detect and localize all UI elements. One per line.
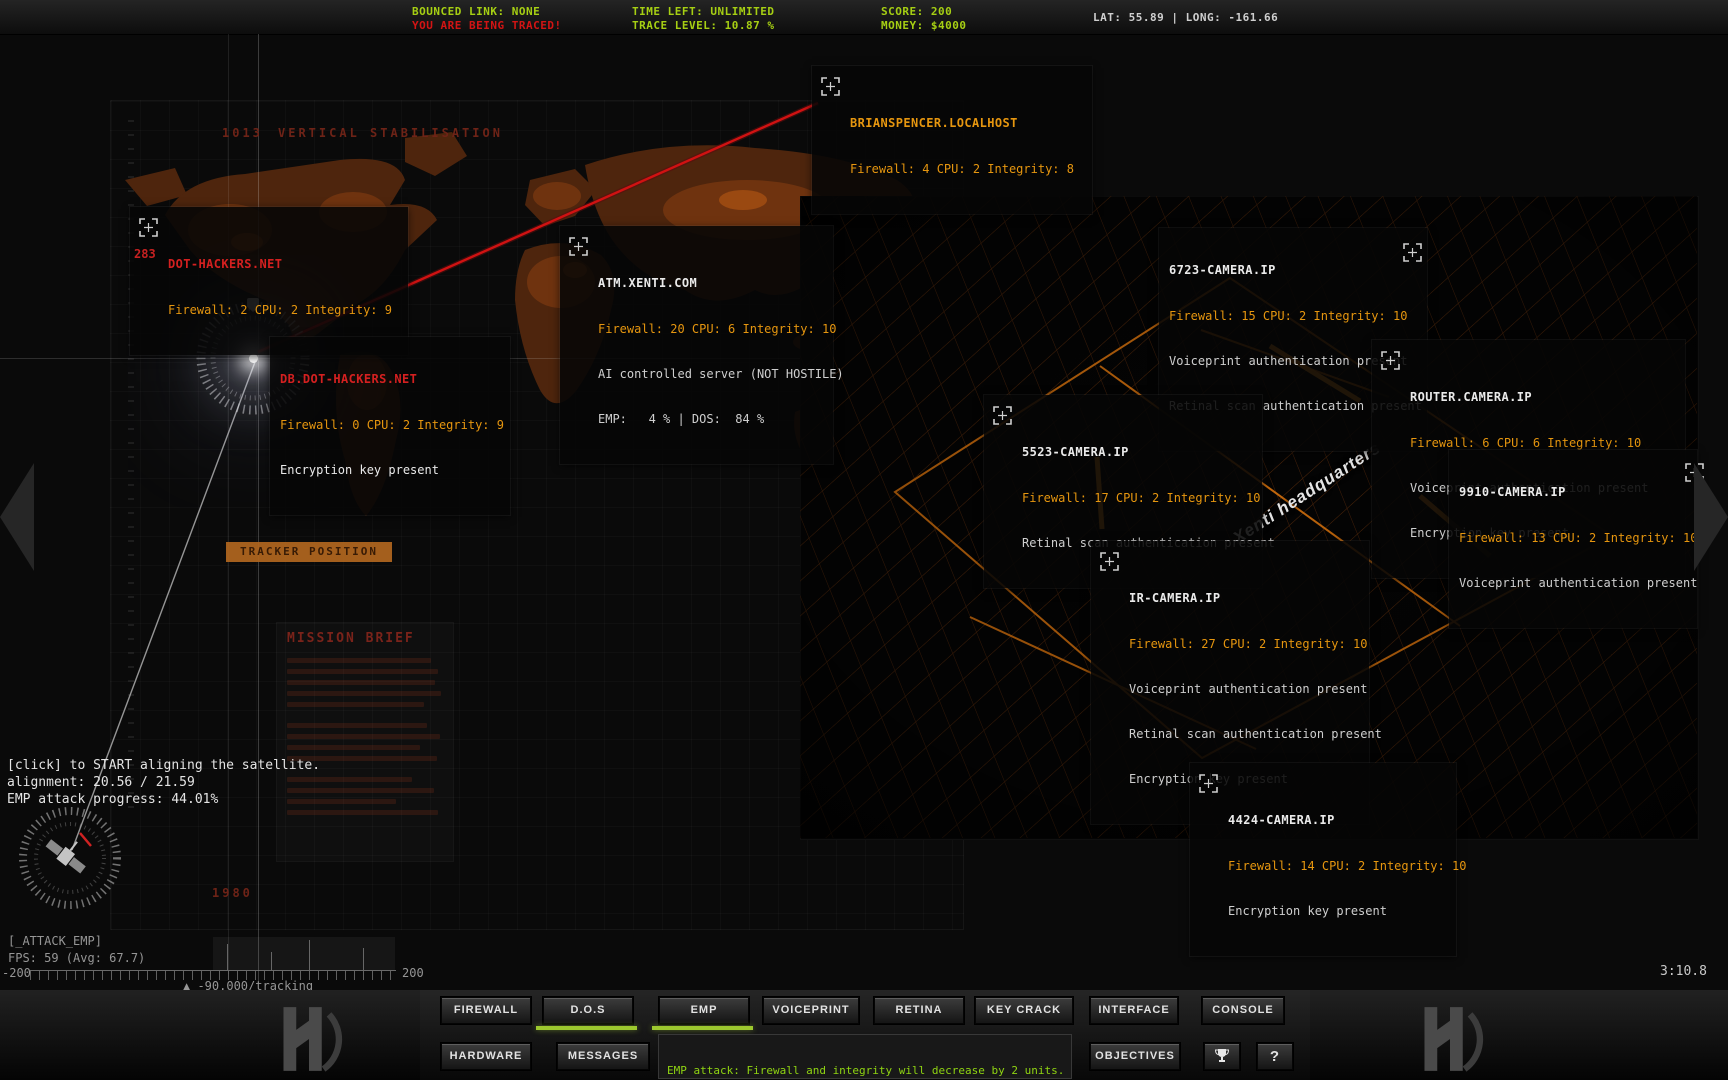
target-icon[interactable] [568,236,589,257]
node-stats: Firewall: 0 CPU: 2 Integrity: 9 [280,418,500,433]
node-trace-badge: 283 [134,247,156,261]
node-tooltip-db-dot-hackers[interactable]: DB.DOT-HACKERS.NET Firewall: 0 CPU: 2 In… [270,337,510,515]
target-icon[interactable] [1198,773,1219,794]
target-icon[interactable] [992,405,1013,426]
emp-active-indicator [652,1026,753,1030]
emp-progress: EMP attack progress: 44.01% [7,791,320,808]
attack-mode-label: [_ATTACK_EMP] [8,934,102,949]
node-stats: Firewall: 27 CPU: 2 Integrity: 10 [1129,637,1359,652]
messages-button[interactable]: MESSAGES [557,1043,649,1070]
firewall-button[interactable]: FIREWALL [441,997,531,1024]
ruler-min-label: -200 [2,966,31,981]
fps-label: FPS: 59 (Avg: 67.7) [8,951,145,966]
message-console[interactable]: EMP attack: Firewall and integrity will … [658,1034,1072,1079]
dos-button[interactable]: D.O.S [543,997,633,1024]
node-tooltip-9910-camera[interactable]: 9910-CAMERA.IP Firewall: 13 CPU: 2 Integ… [1449,450,1697,628]
ruler-max-label: 200 [402,966,424,981]
console-button[interactable]: CONSOLE [1202,997,1284,1024]
node-tooltip-dot-hackers[interactable]: DOT-HACKERS.NET Firewall: 2 CPU: 2 Integ… [130,207,408,355]
node-info: AI controlled server (NOT HOSTILE) [598,367,823,382]
scroll-right-arrow[interactable] [1694,463,1728,571]
node-stats: Firewall: 6 CPU: 6 Integrity: 10 [1410,436,1675,451]
node-extra: Retinal scan authentication present [1129,727,1359,742]
node-title: ROUTER.CAMERA.IP [1410,390,1675,405]
hacker-evolution-logo-left [253,998,365,1080]
objectives-button[interactable]: OBJECTIVES [1090,1043,1180,1070]
node-stats: Firewall: 4 CPU: 2 Integrity: 8 [850,162,1082,177]
target-icon[interactable] [1402,242,1423,263]
node-title: 5523-CAMERA.IP [1022,445,1252,460]
node-tooltip-brianspencer[interactable]: BRIANSPENCER.LOCALHOST Firewall: 4 CPU: … [812,66,1092,214]
emp-button[interactable]: EMP [659,997,749,1024]
node-title: DB.DOT-HACKERS.NET [280,372,500,387]
help-button[interactable]: ? [1257,1043,1293,1070]
node-extra: Encryption key present [280,463,500,478]
key-crack-button[interactable]: KEY CRACK [975,997,1073,1024]
satellite-icon [44,828,95,876]
node-stats: Firewall: 17 CPU: 2 Integrity: 10 [1022,491,1252,506]
node-tooltip-4424-camera[interactable]: 4424-CAMERA.IP Firewall: 14 CPU: 2 Integ… [1190,763,1456,956]
node-extra: Voiceprint authentication present [1129,682,1359,697]
node-extra: Encryption key present [1228,904,1446,919]
satellite-alignment: alignment: 20.56 / 21.59 [7,774,320,791]
game-screen: Bounced link: none You are being traced!… [0,0,1728,1080]
interface-button[interactable]: INTERFACE [1090,997,1178,1024]
satellite-alignment-dial[interactable] [8,796,132,920]
node-tooltip-atm-xenti[interactable]: ATM.XENTI.COM Firewall: 20 CPU: 6 Integr… [560,226,833,464]
node-extra: Voiceprint authentication present [1459,576,1687,591]
node-progress: EMP: 4 % | DOS: 84 % [598,412,823,427]
node-title: 6723-CAMERA.IP [1169,263,1417,278]
dos-active-indicator [536,1026,637,1030]
target-icon[interactable] [138,217,159,238]
node-title: BRIANSPENCER.LOCALHOST [850,116,1082,131]
node-title: DOT-HACKERS.NET [168,257,398,272]
satellite-status-block[interactable]: [click] to START aligning the satellite.… [7,757,320,808]
node-stats: Firewall: 14 CPU: 2 Integrity: 10 [1228,859,1446,874]
trophy-icon [1214,1048,1230,1064]
node-title: ATM.XENTI.COM [598,276,823,291]
target-icon[interactable] [1380,350,1401,371]
mission-clock: 3:10.8 [1660,964,1707,979]
scroll-left-arrow[interactable] [0,463,34,571]
node-title: 4424-CAMERA.IP [1228,813,1446,828]
retina-button[interactable]: RETINA [874,997,964,1024]
fps-histogram [213,937,395,970]
satellite-click-hint[interactable]: [click] to START aligning the satellite. [7,757,320,774]
console-message: EMP attack: Firewall and integrity will … [667,1064,1063,1077]
target-icon[interactable] [820,76,841,97]
hacker-evolution-logo-right [1394,998,1506,1080]
node-stats: Firewall: 2 CPU: 2 Integrity: 9 [168,303,398,318]
voiceprint-button[interactable]: VOICEPRINT [763,997,859,1024]
hardware-button[interactable]: HARDWARE [441,1043,531,1070]
node-stats: Firewall: 13 CPU: 2 Integrity: 10 [1459,531,1687,546]
target-icon[interactable] [1099,551,1120,572]
node-title: IR-CAMERA.IP [1129,591,1359,606]
achievements-button[interactable] [1204,1043,1240,1070]
node-stats: Firewall: 15 CPU: 2 Integrity: 10 [1169,309,1417,324]
node-title: 9910-CAMERA.IP [1459,485,1687,500]
active-node-glow[interactable] [249,354,258,363]
node-stats: Firewall: 20 CPU: 6 Integrity: 10 [598,322,823,337]
